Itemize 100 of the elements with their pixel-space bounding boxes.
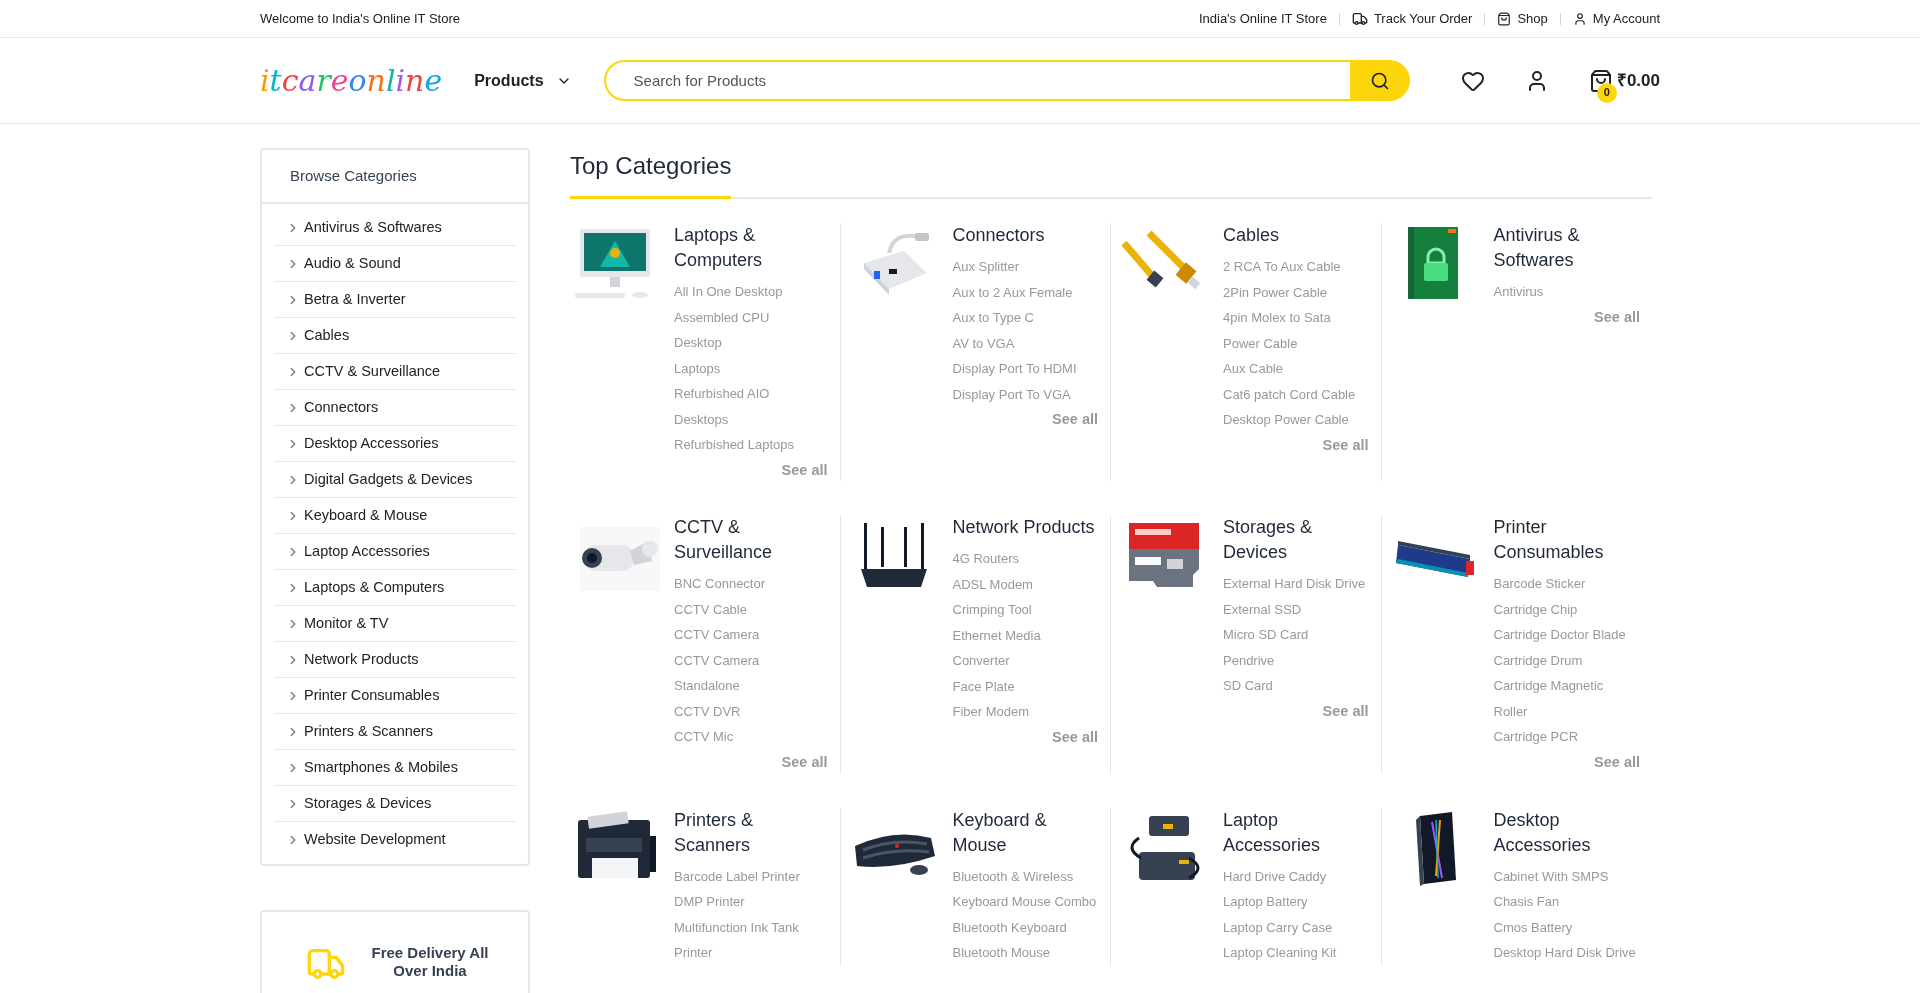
category-link[interactable]: Digital Gadgets & Devices — [274, 462, 516, 498]
subcategory-link[interactable]: Laptops — [674, 355, 828, 381]
see-all-link[interactable]: See all — [1052, 726, 1098, 749]
subcategory-link[interactable]: CCTV Mic — [674, 724, 828, 750]
subcategory-link[interactable]: Aux Splitter — [952, 254, 1098, 280]
subcategory-link[interactable]: Display Port To HDMI — [952, 356, 1098, 382]
subcategory-link[interactable]: 2 RCA To Aux Cable — [1223, 254, 1369, 280]
subcategory-link[interactable]: Cartridge Chip — [1493, 596, 1640, 623]
category-title[interactable]: Printer Consumables — [1493, 515, 1640, 566]
category-link[interactable]: Keyboard & Mouse — [274, 498, 516, 534]
subcategory-link[interactable]: Desktop Power Cable — [1223, 407, 1369, 433]
subcategory-link[interactable]: Desktop — [674, 330, 828, 356]
subcategory-link[interactable]: Fiber Modem — [952, 699, 1098, 725]
subcategory-link[interactable]: Multifunction Ink Tank — [674, 914, 828, 940]
category-link[interactable]: Printers & Scanners — [274, 714, 516, 750]
subcategory-link[interactable]: Cat6 patch Cord Cable — [1223, 381, 1369, 407]
subcategory-link[interactable]: Aux to 2 Aux Female — [952, 279, 1098, 305]
subcategory-link[interactable]: Converter — [952, 648, 1098, 674]
category-link[interactable]: Laptops & Computers — [274, 570, 516, 606]
see-all-link[interactable]: See all — [1322, 434, 1369, 457]
subcategory-link[interactable]: Refurbished AIO — [674, 381, 828, 407]
subcategory-link[interactable]: Laptop Battery — [1223, 889, 1369, 915]
search-button[interactable] — [1349, 60, 1410, 101]
see-all-link[interactable]: See all — [1594, 306, 1640, 329]
subcategory-link[interactable]: Cmos Battery — [1493, 914, 1640, 940]
category-link[interactable]: Desktop Accessories — [274, 426, 516, 462]
subcategory-link[interactable]: Aux to Type C — [952, 305, 1098, 331]
category-title[interactable]: CCTV & Surveillance — [674, 515, 828, 566]
category-link[interactable]: Antivirus & Softwares — [274, 210, 516, 246]
subcategory-link[interactable]: BNC Connector — [674, 571, 828, 597]
subcategory-link[interactable]: SD Card — [1223, 673, 1369, 699]
category-link[interactable]: Monitor & TV — [274, 606, 516, 642]
subcategory-link[interactable]: CCTV Camera — [674, 622, 828, 648]
search-field[interactable]: Search for Products — [603, 60, 1350, 101]
subcategory-link[interactable]: Bluetooth Mouse — [952, 940, 1098, 966]
category-link[interactable]: Betra & Inverter — [274, 282, 516, 318]
category-link[interactable]: Storages & Devices — [274, 786, 516, 822]
see-all-link[interactable]: See all — [1052, 409, 1098, 431]
subcategory-link[interactable]: Micro SD Card — [1223, 622, 1369, 648]
subcategory-link[interactable]: AV to VGA — [952, 330, 1098, 356]
subcategory-link[interactable]: Display Port To VGA — [952, 381, 1098, 407]
subcategory-link[interactable]: Assembled CPU — [674, 304, 828, 330]
subcategory-link[interactable]: Crimping Tool — [952, 597, 1098, 623]
see-all-link[interactable]: See all — [1594, 751, 1640, 774]
products-menu[interactable]: Products — [474, 68, 572, 93]
subcategory-link[interactable]: ADSL Modem — [952, 571, 1098, 598]
subcategory-link[interactable]: Bluetooth & Wireless — [952, 863, 1098, 889]
subcategory-link[interactable]: 2Pin Power Cable — [1223, 279, 1369, 305]
subcategory-link[interactable]: CCTV Camera — [674, 647, 828, 674]
subcategory-link[interactable]: Antivirus — [1493, 279, 1640, 305]
top-link[interactable]: India's Online IT Store — [1198, 8, 1327, 29]
subcategory-link[interactable]: External Hard Disk Drive — [1223, 571, 1369, 597]
category-title[interactable]: Keyboard & Mouse — [952, 807, 1098, 858]
category-link[interactable]: Cables — [274, 318, 516, 354]
category-title[interactable]: Printers & Scanners — [674, 807, 828, 858]
category-title[interactable]: Network Products — [952, 515, 1098, 541]
see-all-link[interactable]: See all — [781, 459, 828, 482]
subcategory-link[interactable]: Laptop Cleaning Kit — [1223, 940, 1369, 966]
logo[interactable]: itcareonline — [260, 58, 443, 103]
top-link[interactable]: Shop — [1497, 8, 1548, 29]
category-title[interactable]: Laptop Accessories — [1223, 807, 1369, 858]
subcategory-link[interactable]: Standalone — [674, 673, 828, 699]
category-link[interactable]: Audio & Sound — [274, 246, 516, 282]
top-link[interactable]: My Account — [1572, 8, 1660, 29]
subcategory-link[interactable]: Cartridge Drum — [1493, 647, 1640, 674]
subcategory-link[interactable]: Desktop Hard Disk Drive — [1493, 940, 1640, 966]
subcategory-link[interactable]: Chasis Fan — [1493, 889, 1640, 915]
category-link[interactable]: Smartphones & Mobiles — [274, 750, 516, 786]
category-link[interactable]: Laptop Accessories — [274, 534, 516, 570]
top-link[interactable]: Track Your Order — [1351, 8, 1473, 29]
subcategory-link[interactable]: DMP Printer — [674, 889, 828, 915]
subcategory-link[interactable]: Pendrive — [1223, 647, 1369, 674]
subcategory-link[interactable]: Printer — [674, 940, 828, 966]
see-all-link[interactable]: See all — [781, 751, 828, 774]
category-title[interactable]: Desktop Accessories — [1493, 807, 1640, 858]
subcategory-link[interactable]: Cabinet With SMPS — [1493, 863, 1640, 889]
subcategory-link[interactable]: Face Plate — [952, 673, 1098, 700]
subcategory-link[interactable]: CCTV DVR — [674, 698, 828, 725]
subcategory-link[interactable]: Cartridge PCR — [1493, 724, 1640, 750]
see-all-link[interactable]: See all — [1322, 700, 1369, 723]
subcategory-link[interactable]: Cartridge Doctor Blade — [1493, 622, 1640, 648]
subcategory-link[interactable]: Barcode Label Printer — [674, 863, 828, 889]
subcategory-link[interactable]: Barcode Sticker — [1493, 571, 1640, 597]
subcategory-link[interactable]: All In One Desktop — [674, 279, 828, 305]
subcategory-link[interactable]: Cartridge Magnetic — [1493, 673, 1640, 699]
category-title[interactable]: Storages & Devices — [1223, 515, 1369, 566]
category-link[interactable]: CCTV & Surveillance — [274, 354, 516, 390]
category-link[interactable]: Website Development — [274, 822, 516, 858]
category-title[interactable]: Antivirus & Softwares — [1493, 223, 1640, 273]
subcategory-link[interactable]: 4G Routers — [952, 546, 1098, 572]
subcategory-link[interactable]: 4pin Molex to Sata — [1223, 305, 1369, 331]
subcategory-link[interactable]: Refurbished Laptops — [674, 432, 828, 458]
subcategory-link[interactable]: CCTV Cable — [674, 596, 828, 623]
category-title[interactable]: Connectors — [952, 223, 1098, 248]
category-title[interactable]: Laptops & Computers — [674, 223, 828, 273]
subcategory-link[interactable]: Aux Cable — [1223, 356, 1369, 382]
subcategory-link[interactable]: Roller — [1493, 698, 1640, 725]
category-link[interactable]: Network Products — [274, 642, 516, 678]
subcategory-link[interactable]: External SSD — [1223, 596, 1369, 623]
subcategory-link[interactable]: Power Cable — [1223, 330, 1369, 356]
